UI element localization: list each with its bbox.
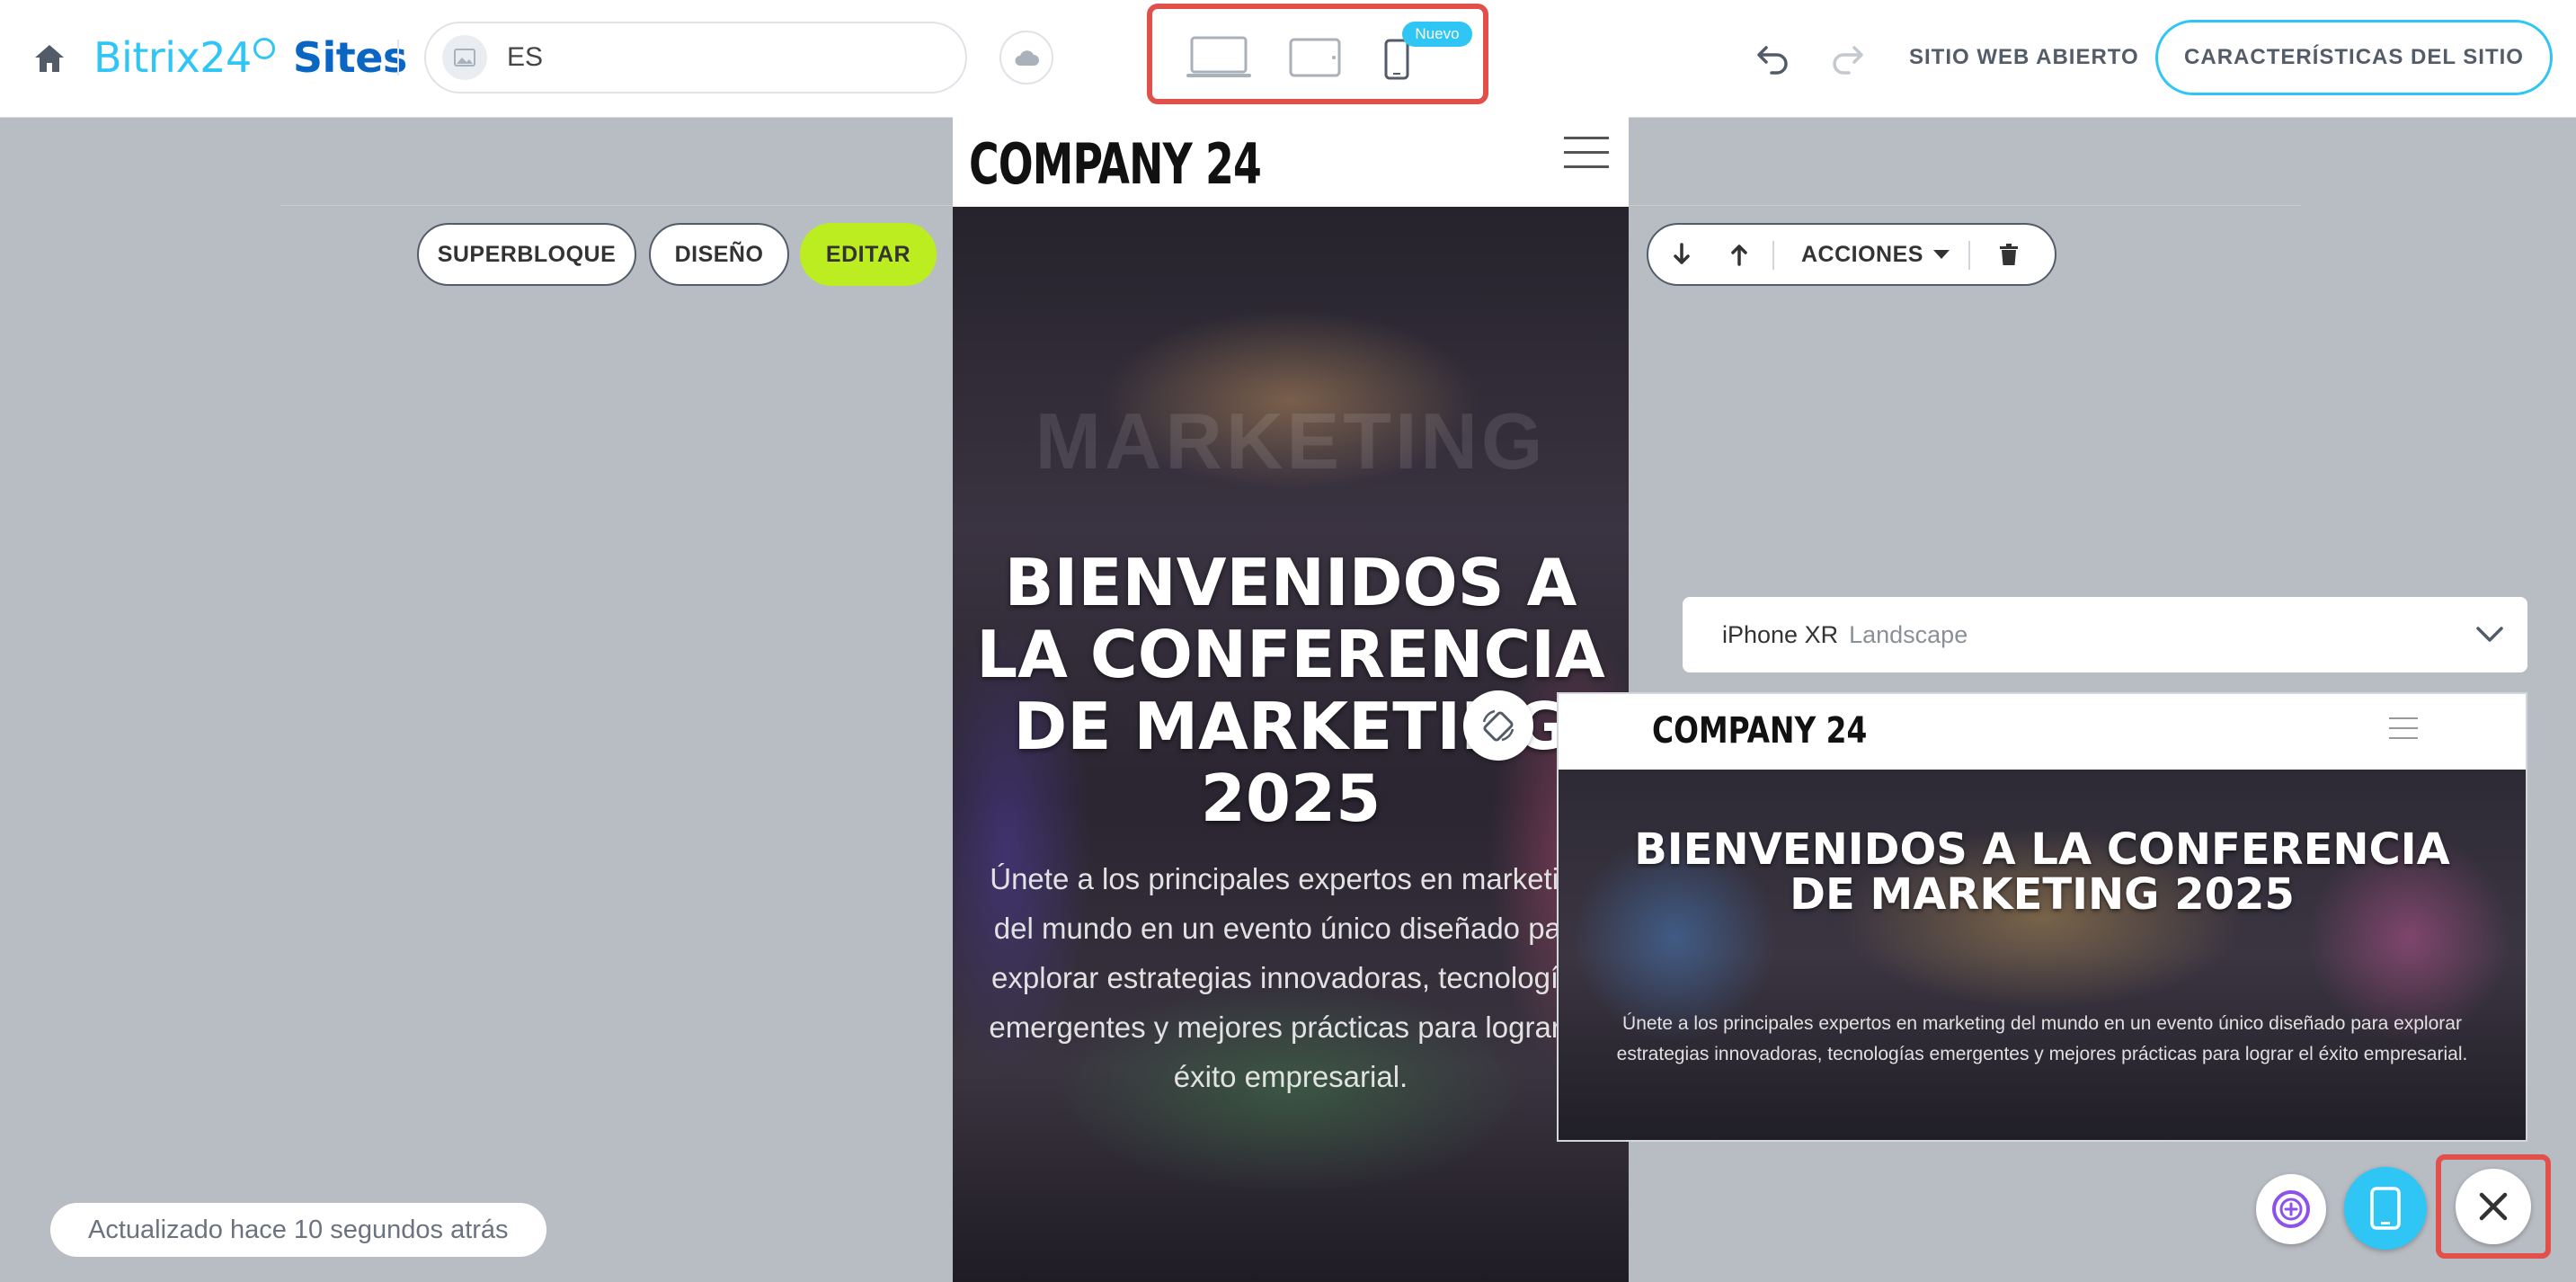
rotate-device-icon[interactable] — [1463, 690, 1533, 761]
preview-site-header: COMPANY 24 — [1559, 694, 2526, 770]
actions-label: ACCIONES — [1801, 241, 1923, 267]
superblock-button[interactable]: SUPERBLOQUE — [417, 223, 636, 286]
cloud-icon[interactable] — [999, 31, 1053, 85]
hero-description[interactable]: Únete a los principales expertos en mark… — [971, 854, 1611, 1101]
preview-hero-description: Únete a los principales expertos en mark… — [1616, 1013, 2468, 1064]
divider — [1772, 241, 1774, 270]
logo-product: Sites — [292, 33, 407, 82]
tablet-view-icon[interactable] — [1285, 36, 1345, 79]
preview-site-logo: COMPANY 24 — [1652, 710, 1868, 752]
open-site-link[interactable]: SITIO WEB ABIERTO — [1909, 40, 2139, 76]
divider — [1968, 241, 1970, 270]
hamburger-menu-icon[interactable] — [1564, 133, 1612, 174]
save-status: Actualizado hace 10 segundos atrás — [50, 1203, 546, 1257]
image-icon — [442, 35, 487, 80]
clock-icon — [253, 38, 275, 59]
block-actions-toolbar: ACCIONES — [1647, 223, 2056, 286]
language-selector[interactable]: ES — [424, 22, 967, 93]
undo-icon[interactable] — [1751, 36, 1796, 81]
edit-button[interactable]: EDITAR — [800, 223, 937, 286]
bitrix24-logo[interactable]: Bitrix24 Sites — [93, 29, 407, 86]
desktop-view-icon[interactable] — [1183, 34, 1255, 81]
actions-dropdown[interactable]: ACCIONES — [1801, 225, 1950, 284]
ai-assistant-icon[interactable] — [2256, 1174, 2326, 1244]
move-up-icon[interactable] — [1719, 234, 1760, 275]
caret-down-icon — [1932, 250, 1950, 259]
device-switcher: Nuevo — [1147, 4, 1488, 104]
landscape-preview: COMPANY 24 BIENVENIDOS A LA CONFERENCIA … — [1557, 692, 2527, 1142]
preview-hero-title: BIENVENIDOS A LA CONFERENCIA DE MARKETIN… — [1634, 824, 2450, 920]
divider — [397, 40, 399, 76]
home-icon[interactable] — [27, 36, 72, 81]
top-bar: Bitrix24 Sites ES Nuevo SITIO WEB ABIERTO… — [0, 0, 2576, 118]
device-name: iPhone XR — [1722, 620, 1839, 648]
move-down-icon[interactable] — [1661, 234, 1702, 275]
logo-brand: Bitrix24 — [93, 33, 252, 82]
site-features-button[interactable]: CARACTERÍSTICAS DEL SITIO — [2155, 20, 2553, 95]
redo-icon[interactable] — [1825, 36, 1870, 81]
mobile-preview-icon[interactable] — [2344, 1167, 2427, 1250]
chevron-down-icon — [2472, 617, 2508, 653]
hero-background-word: MARKETING — [1035, 396, 1547, 485]
site-logo[interactable]: COMPANY 24 — [969, 131, 1262, 197]
device-select[interactable]: iPhone XR Landscape — [1683, 597, 2527, 672]
language-code: ES — [507, 42, 544, 72]
close-icon[interactable] — [2456, 1169, 2531, 1244]
close-preview-highlight — [2436, 1154, 2551, 1259]
site-header: COMPANY 24 — [953, 117, 1629, 207]
hamburger-menu-icon — [2389, 716, 2420, 743]
design-button[interactable]: DISEÑO — [649, 223, 789, 286]
mobile-page-preview: COMPANY 24 MARKETING BIENVENIDOS A LA CO… — [953, 117, 1629, 1282]
hero-title[interactable]: BIENVENIDOS A LA CONFERENCIA DE MARKETIN… — [971, 547, 1611, 834]
new-badge: Nuevo — [1402, 22, 1472, 47]
device-orientation: Landscape — [1849, 620, 1968, 648]
trash-icon[interactable] — [1988, 234, 2030, 275]
